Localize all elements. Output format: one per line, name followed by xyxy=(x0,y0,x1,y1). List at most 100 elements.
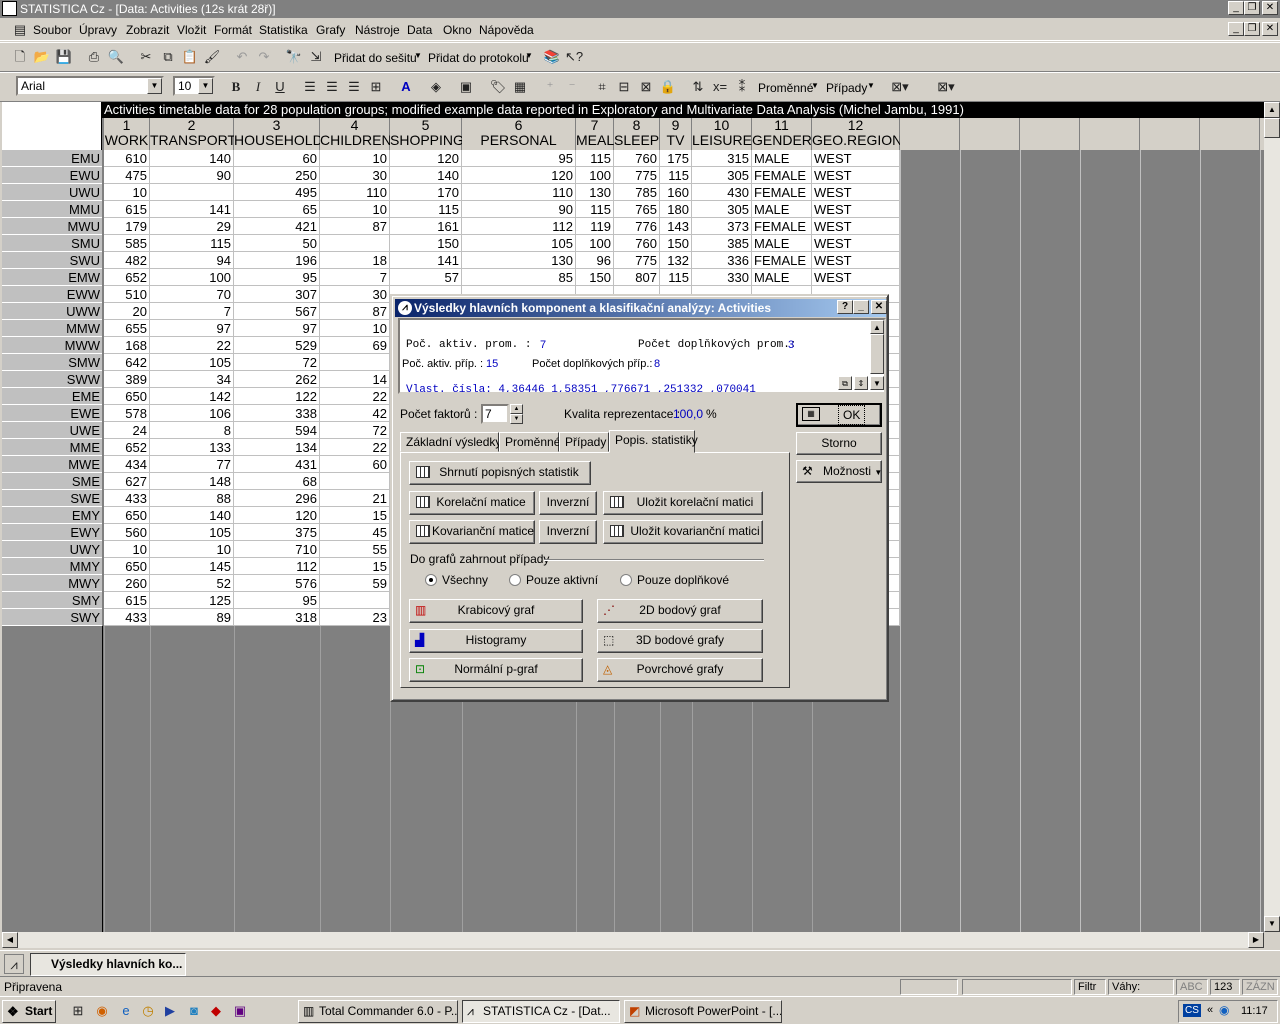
column-header-empty[interactable] xyxy=(960,118,1020,150)
column-header[interactable]: 12 GEO.REGION xyxy=(812,118,902,150)
table-cell[interactable]: 389 xyxy=(104,371,150,388)
table-cell[interactable]: FEMALE xyxy=(752,184,812,201)
var-specs-icon[interactable]: ⌗ xyxy=(592,77,612,97)
spin-down-icon[interactable]: ▼ xyxy=(510,414,523,424)
table-cell[interactable]: 45 xyxy=(320,524,390,541)
cases-menu[interactable]: Případy xyxy=(826,81,867,95)
table-cell[interactable]: 55 xyxy=(320,541,390,558)
radio-all[interactable] xyxy=(425,574,437,586)
table-cell[interactable]: 30 xyxy=(320,286,390,303)
radio-supp-label[interactable]: Pouze doplňkové xyxy=(637,573,729,587)
redo-icon[interactable]: ↷ xyxy=(254,47,274,67)
tray-app-icon[interactable]: ◉ xyxy=(1219,1003,1229,1017)
row-header[interactable]: UWE xyxy=(2,422,102,439)
table-cell[interactable]: 196 xyxy=(234,252,320,269)
pattern-select-icon[interactable]: ⊠▾ xyxy=(882,77,918,97)
table-cell[interactable]: 59 xyxy=(320,575,390,592)
scroll-left-icon[interactable]: ◀ xyxy=(2,932,18,948)
table-cell[interactable]: 375 xyxy=(234,524,320,541)
table-cell[interactable]: 529 xyxy=(234,337,320,354)
menu-soubor[interactable]: Soubor xyxy=(33,23,72,37)
row-header[interactable]: UWU xyxy=(2,184,102,201)
table-cell[interactable]: 97 xyxy=(150,320,234,337)
decimal-decrease-icon[interactable]: ⁻ xyxy=(562,77,582,97)
table-cell[interactable]: WEST xyxy=(812,184,900,201)
scroll-thumb[interactable] xyxy=(1264,118,1280,138)
row-header[interactable]: EWE xyxy=(2,405,102,422)
table-cell[interactable]: 105 xyxy=(150,524,234,541)
table-cell[interactable]: 10 xyxy=(150,541,234,558)
vertical-scrollbar[interactable]: ▲ ▼ xyxy=(1264,102,1280,932)
font-size-select[interactable]: 10 ▼ xyxy=(173,76,215,96)
table-cell[interactable] xyxy=(320,354,390,371)
spin-up-icon[interactable]: ▲ xyxy=(510,404,523,414)
table-cell[interactable]: 148 xyxy=(150,473,234,490)
save-icon[interactable]: 💾 xyxy=(54,47,74,67)
table-cell[interactable]: 60 xyxy=(234,150,320,167)
table-cell[interactable]: 23 xyxy=(320,609,390,626)
table-cell[interactable]: 10 xyxy=(320,320,390,337)
table-cell[interactable]: 96 xyxy=(576,252,614,269)
table-cell[interactable]: 434 xyxy=(104,456,150,473)
menu-format[interactable]: Formát xyxy=(214,23,252,37)
sort-icon[interactable]: ⇅ xyxy=(688,77,708,97)
table-cell[interactable]: 100 xyxy=(576,235,614,252)
table-cell[interactable]: 610 xyxy=(104,150,150,167)
table-cell[interactable]: 112 xyxy=(462,218,576,235)
table-cell[interactable]: WEST xyxy=(812,167,900,184)
new-icon[interactable]: 🗋 xyxy=(10,47,30,67)
table-cell[interactable]: WEST xyxy=(812,201,900,218)
table-cell[interactable]: 262 xyxy=(234,371,320,388)
task-powerpoint[interactable]: ◩ Microsoft PowerPoint - [... xyxy=(624,1000,782,1023)
table-cell[interactable]: 338 xyxy=(234,405,320,422)
table-cell[interactable]: 373 xyxy=(692,218,752,235)
chevron-down-icon[interactable]: ▼ xyxy=(867,81,875,90)
minimize-button[interactable]: _ xyxy=(1228,1,1244,15)
table-cell[interactable]: 175 xyxy=(660,150,692,167)
table-cell[interactable]: 133 xyxy=(150,439,234,456)
factors-input[interactable]: 7 xyxy=(481,404,509,424)
tab-cases[interactable]: Případy xyxy=(559,432,609,452)
table-cell[interactable]: 180 xyxy=(660,201,692,218)
table-cell[interactable]: 120 xyxy=(390,150,462,167)
table-cell[interactable]: 655 xyxy=(104,320,150,337)
align-right-icon[interactable]: ☰ xyxy=(344,77,364,97)
table-cell[interactable]: 30 xyxy=(320,167,390,184)
table-cell[interactable]: WEST xyxy=(812,269,900,286)
table-cell[interactable]: 20 xyxy=(104,303,150,320)
table-cell[interactable]: 7 xyxy=(320,269,390,286)
table-cell[interactable]: 650 xyxy=(104,507,150,524)
table-cell[interactable]: 10 xyxy=(320,201,390,218)
correlation-matrix-button[interactable]: Korelační matice xyxy=(409,491,535,515)
tray-expand-icon[interactable]: « xyxy=(1207,1004,1213,1016)
table-cell[interactable]: 115 xyxy=(660,167,692,184)
table-cell[interactable]: 97 xyxy=(234,320,320,337)
weights-status[interactable]: Váhy: VYPN xyxy=(1108,979,1174,1007)
close-button[interactable]: ✕ xyxy=(1262,1,1278,15)
table-cell[interactable]: 122 xyxy=(234,388,320,405)
column-header[interactable]: 8 SLEEP xyxy=(614,118,660,150)
row-header[interactable]: UWY xyxy=(2,541,102,558)
table-cell[interactable]: 760 xyxy=(614,150,660,167)
table-cell[interactable]: MALE xyxy=(752,235,812,252)
table-cell[interactable]: 421 xyxy=(234,218,320,235)
table-cell[interactable]: 115 xyxy=(390,201,462,218)
table-cell[interactable]: 130 xyxy=(462,252,576,269)
help-pointer-icon[interactable]: ↖? xyxy=(564,47,584,67)
table-cell[interactable]: 594 xyxy=(234,422,320,439)
table-cell[interactable]: 85 xyxy=(462,269,576,286)
table-cell[interactable]: WEST xyxy=(812,252,900,269)
maximize-button[interactable]: ❐ xyxy=(1244,1,1260,15)
table-cell[interactable] xyxy=(320,592,390,609)
radio-all-label[interactable]: Všechny xyxy=(442,573,488,587)
paste-icon[interactable]: 📋 xyxy=(180,47,200,67)
task-total-commander[interactable]: ▥ Total Commander 6.0 - P... xyxy=(298,1000,458,1023)
table-cell[interactable]: 105 xyxy=(150,354,234,371)
options-button[interactable]: ⚒ Možnosti ▼ xyxy=(796,460,882,483)
column-header-empty[interactable] xyxy=(1080,118,1140,150)
format-painter-icon[interactable]: 🖌 xyxy=(202,47,222,67)
menu-okno[interactable]: Okno xyxy=(443,23,472,37)
align-center-icon[interactable]: ☰ xyxy=(322,77,342,97)
table-cell[interactable]: 130 xyxy=(576,184,614,201)
copy-icon[interactable]: ⧉ xyxy=(158,47,178,67)
